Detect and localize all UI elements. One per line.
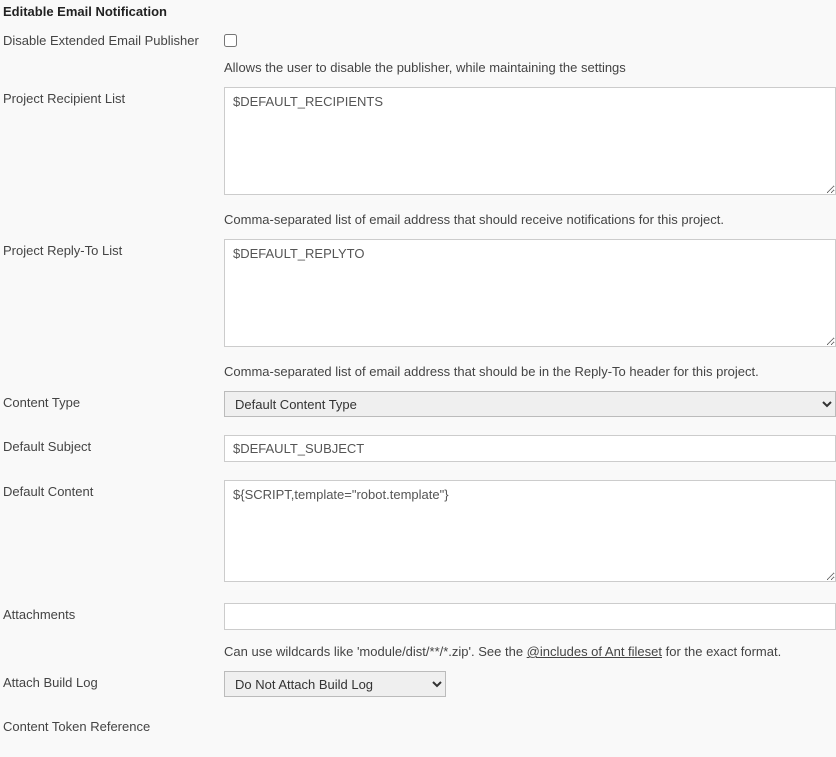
label-default-subject: Default Subject xyxy=(0,435,224,458)
help-replyto-list: Comma-separated list of email address th… xyxy=(224,358,836,391)
help-attachments: Can use wildcards like 'module/dist/**/*… xyxy=(224,638,836,671)
help-attachments-prefix: Can use wildcards like 'module/dist/**/*… xyxy=(224,644,527,659)
link-ant-fileset[interactable]: @includes of Ant fileset xyxy=(527,644,662,659)
help-recipient-list: Comma-separated list of email address th… xyxy=(224,206,836,239)
row-recipient-list: Project Recipient List $DEFAULT_RECIPIEN… xyxy=(0,87,836,206)
help-attachments-suffix: for the exact format. xyxy=(662,644,781,659)
row-attach-build-log: Attach Build Log Do Not Attach Build Log xyxy=(0,671,836,705)
row-replyto-list: Project Reply-To List $DEFAULT_REPLYTO xyxy=(0,239,836,358)
row-content-token-ref: Content Token Reference xyxy=(0,715,836,738)
row-content-type: Content Type Default Content Type xyxy=(0,391,836,425)
section-header: Editable Email Notification xyxy=(0,0,836,29)
row-disable-publisher: Disable Extended Email Publisher xyxy=(0,29,836,54)
label-attach-build-log: Attach Build Log xyxy=(0,671,224,694)
label-attachments: Attachments xyxy=(0,603,224,626)
label-default-content: Default Content xyxy=(0,480,224,503)
textarea-recipient-list[interactable]: $DEFAULT_RECIPIENTS xyxy=(224,87,836,195)
label-recipient-list: Project Recipient List xyxy=(0,87,224,110)
label-disable-publisher: Disable Extended Email Publisher xyxy=(0,29,224,52)
label-content-type: Content Type xyxy=(0,391,224,414)
row-default-subject: Default Subject xyxy=(0,435,836,470)
input-attachments[interactable] xyxy=(224,603,836,630)
textarea-default-content[interactable]: ${SCRIPT,template="robot.template"} xyxy=(224,480,836,582)
row-default-content: Default Content ${SCRIPT,template="robot… xyxy=(0,480,836,593)
select-attach-build-log[interactable]: Do Not Attach Build Log xyxy=(224,671,446,697)
help-disable-publisher: Allows the user to disable the publisher… xyxy=(224,54,836,87)
row-attachments: Attachments xyxy=(0,603,836,638)
checkbox-disable-publisher[interactable] xyxy=(224,34,237,47)
textarea-replyto-list[interactable]: $DEFAULT_REPLYTO xyxy=(224,239,836,347)
label-replyto-list: Project Reply-To List xyxy=(0,239,224,262)
label-content-token-ref: Content Token Reference xyxy=(0,715,224,738)
select-content-type[interactable]: Default Content Type xyxy=(224,391,836,417)
input-default-subject[interactable] xyxy=(224,435,836,462)
